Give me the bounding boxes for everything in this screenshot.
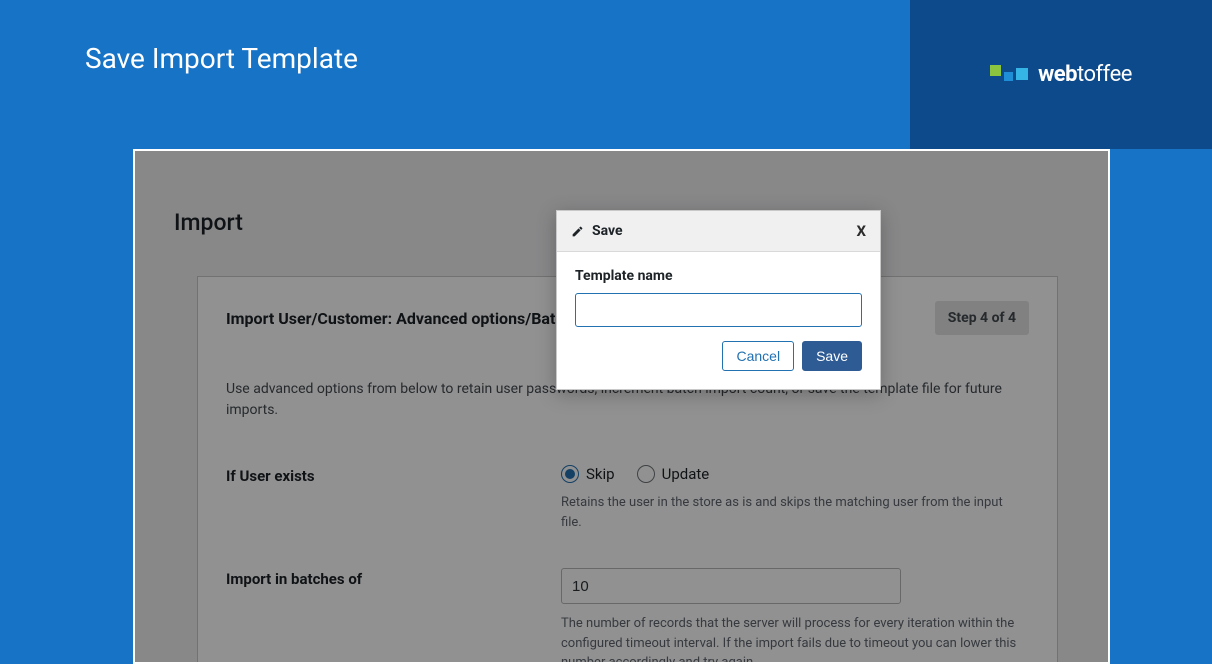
save-template-modal: Save X Template name Cancel Save	[556, 210, 881, 390]
brand-wordmark: webtoffee	[1038, 62, 1132, 87]
logo-mark-icon	[990, 63, 1030, 87]
brand-logo: webtoffee	[990, 62, 1132, 87]
brand-panel: webtoffee	[910, 0, 1212, 149]
screenshot-frame: Import Import User/Customer: Advanced op…	[133, 149, 1110, 664]
template-name-input[interactable]	[575, 293, 862, 327]
save-button[interactable]: Save	[802, 341, 862, 371]
slide-canvas: webtoffee Save Import Template Import Im…	[0, 0, 1212, 664]
template-name-label: Template name	[575, 268, 862, 284]
cancel-button[interactable]: Cancel	[722, 341, 794, 371]
modal-title: Save	[592, 223, 623, 239]
modal-close-button[interactable]: X	[856, 222, 866, 240]
pencil-icon	[571, 225, 584, 238]
slide-title: Save Import Template	[85, 42, 358, 75]
app-surface: Import Import User/Customer: Advanced op…	[135, 151, 1108, 662]
